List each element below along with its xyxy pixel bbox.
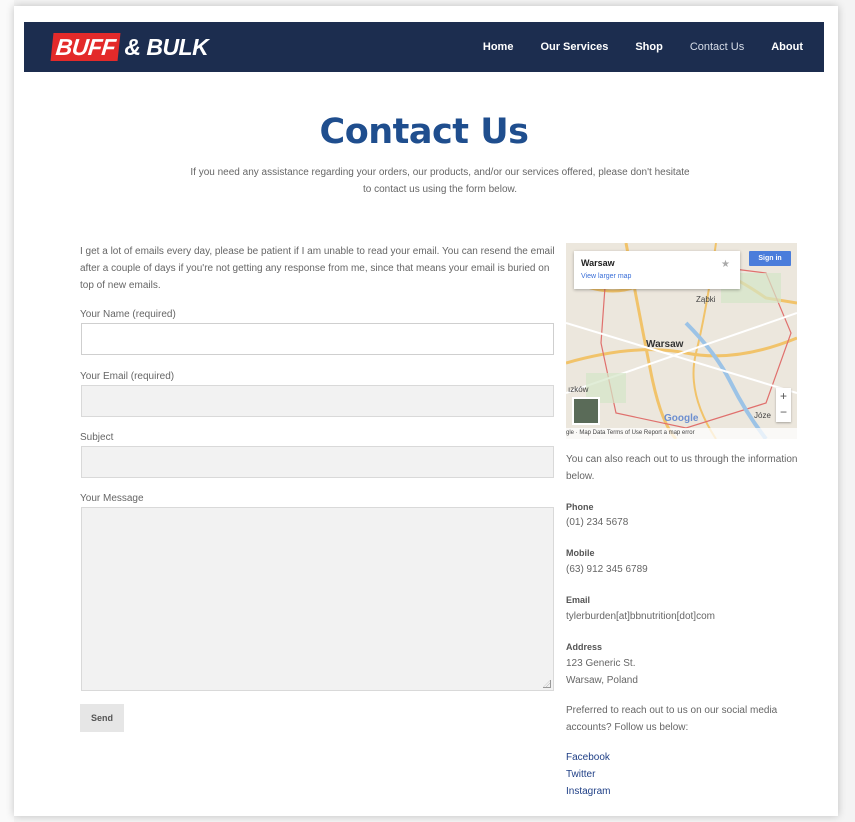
twitter-link[interactable]: Twitter [566, 769, 595, 780]
map-info-card: Warsaw View larger map ★ [574, 251, 740, 289]
email-label: Your Email (required) [80, 371, 175, 382]
site-header: BUFF & BULK Home Our Services Shop Conta… [24, 22, 824, 72]
name-label: Your Name (required) [80, 309, 176, 320]
map-footer: gle · Map Data Terms of Use Report a map… [566, 428, 797, 439]
brand-logo[interactable]: BUFF & BULK [50, 30, 209, 64]
resize-grip-icon[interactable] [543, 680, 551, 688]
subject-label: Subject [80, 432, 114, 443]
map-label-warsaw: Warsaw [646, 339, 684, 350]
social-intro: Preferred to reach out to us on our soci… [566, 705, 778, 733]
nav-shop[interactable]: Shop [635, 41, 663, 53]
nav-our-services[interactable]: Our Services [540, 41, 608, 53]
map-embed[interactable]: Warsaw View larger map ★ Sign in Ząbki W… [566, 243, 797, 439]
star-icon[interactable]: ★ [721, 259, 730, 270]
contact-intro: You can also reach out to us through the… [566, 454, 798, 482]
email-field[interactable] [81, 385, 554, 417]
zoom-in-icon[interactable]: + [776, 388, 791, 404]
nav-contact-us[interactable]: Contact Us [690, 41, 744, 53]
instagram-link[interactable]: Instagram [566, 786, 610, 797]
phone-value: (01) 234 5678 [566, 517, 629, 528]
page-title: Contact Us [319, 112, 529, 152]
google-logo: Google [664, 413, 699, 424]
address-label: Address [566, 642, 603, 652]
map-label-zkow: ızków [568, 385, 589, 394]
map-city: Warsaw [581, 258, 615, 268]
phone-label: Phone [566, 502, 594, 512]
logo-buff: BUFF [50, 33, 121, 61]
nav-home[interactable]: Home [483, 41, 514, 53]
message-textarea[interactable] [81, 507, 554, 691]
send-button[interactable]: Send [80, 704, 124, 732]
address-line-1: 123 Generic St. [566, 658, 636, 669]
mobile-value: (63) 912 345 6789 [566, 564, 648, 575]
main-nav: Home Our Services Shop Contact Us About [456, 22, 803, 72]
subject-field[interactable] [81, 446, 554, 478]
map-label-joze: Józe [754, 411, 771, 420]
name-field[interactable] [81, 323, 554, 355]
logo-bulk: & BULK [124, 33, 209, 60]
map-label-zabki: Ząbki [696, 295, 716, 304]
window-edge [0, 0, 14, 822]
form-notice: I get a lot of emails every day, please … [80, 246, 555, 291]
facebook-link[interactable]: Facebook [566, 752, 610, 763]
message-label: Your Message [80, 493, 144, 504]
zoom-out-icon[interactable]: − [776, 404, 791, 420]
email-info-value: tylerburden[at]bbnutrition[dot]com [566, 611, 715, 622]
nav-about[interactable]: About [771, 41, 803, 53]
address-line-2: Warsaw, Poland [566, 675, 638, 686]
mobile-label: Mobile [566, 548, 595, 558]
view-larger-map-link[interactable]: View larger map [581, 273, 631, 280]
page-intro: If you need any assistance regarding you… [190, 167, 690, 195]
map-signin-button[interactable]: Sign in [749, 251, 791, 266]
map-zoom-controls[interactable]: + − [776, 388, 791, 422]
satellite-toggle-icon[interactable] [572, 397, 600, 425]
email-info-label: Email [566, 595, 591, 605]
